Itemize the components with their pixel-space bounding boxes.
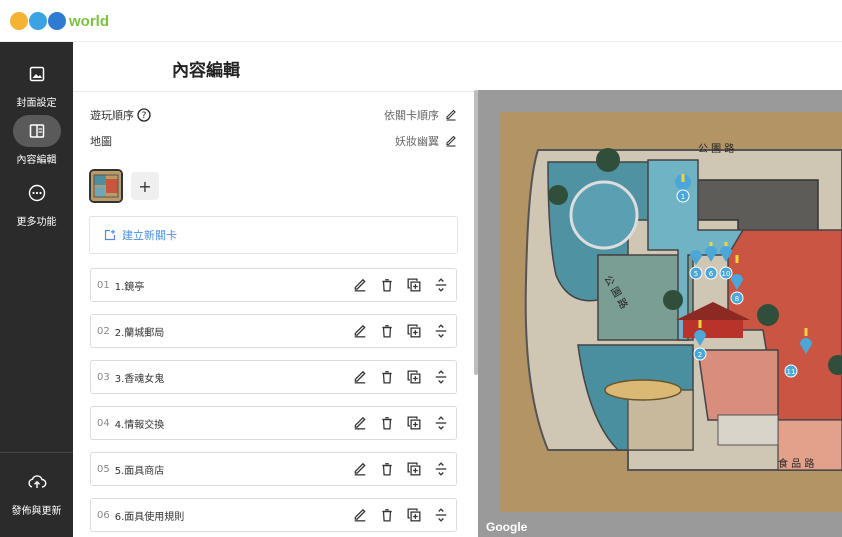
publish-button[interactable]: 發佈與更新 bbox=[0, 466, 73, 517]
drag-handle-icon[interactable] bbox=[434, 370, 448, 384]
edit-icon[interactable] bbox=[353, 416, 367, 430]
drag-handle-icon[interactable] bbox=[434, 416, 448, 430]
logo-dot bbox=[48, 12, 66, 30]
svg-text:6: 6 bbox=[709, 270, 714, 278]
logo-text: world bbox=[69, 12, 109, 30]
duplicate-icon[interactable] bbox=[407, 508, 421, 522]
list-item[interactable]: 03 3.香魂女鬼 bbox=[90, 360, 457, 394]
play-order-row: 遊玩順序 ? 依關卡順序 bbox=[90, 106, 457, 124]
image-icon bbox=[13, 58, 61, 90]
title-divider bbox=[73, 91, 474, 92]
duplicate-icon[interactable] bbox=[407, 416, 421, 430]
logo-dot bbox=[10, 12, 28, 30]
road-label-top: 公 園 路 bbox=[698, 142, 734, 155]
publish-label: 發佈與更新 bbox=[11, 506, 62, 517]
card-title: 5.面具商店 bbox=[114, 465, 165, 477]
map-value: 妖妝幽翼 bbox=[395, 135, 439, 148]
drag-handle-icon[interactable] bbox=[434, 462, 448, 476]
sidebar-item-label: 更多功能 bbox=[16, 217, 57, 228]
trash-icon[interactable] bbox=[380, 416, 394, 430]
sidebar-item-more[interactable]: 更多功能 bbox=[0, 177, 73, 228]
google-attribution: Google bbox=[486, 520, 528, 534]
edit-icon[interactable] bbox=[353, 278, 367, 292]
card-number: 01 bbox=[97, 279, 110, 291]
duplicate-icon[interactable] bbox=[407, 370, 421, 384]
road-label-bottom: 食 品 路 bbox=[778, 457, 814, 470]
card-number: 05 bbox=[97, 463, 110, 475]
page-title: 內容編輯 bbox=[172, 61, 240, 81]
create-card-button[interactable]: 建立新關卡 bbox=[89, 216, 458, 254]
drag-handle-icon[interactable] bbox=[434, 278, 448, 292]
map-label: 地圖 bbox=[90, 135, 112, 148]
trash-icon[interactable] bbox=[380, 508, 394, 522]
app-logo[interactable]: world bbox=[10, 8, 109, 34]
map-row: 地圖 妖妝幽翼 bbox=[90, 132, 457, 150]
sidebar-item-label: 封面設定 bbox=[16, 98, 57, 109]
sidebar-divider bbox=[0, 452, 73, 453]
add-map-button[interactable]: + bbox=[131, 172, 159, 200]
create-card-label: 建立新關卡 bbox=[122, 229, 177, 242]
edit-icon[interactable] bbox=[353, 370, 367, 384]
drag-handle-icon[interactable] bbox=[434, 508, 448, 522]
drag-handle-icon[interactable] bbox=[434, 324, 448, 338]
card-title: 4.情報交換 bbox=[114, 419, 165, 431]
card-title: 1.鏡亭 bbox=[114, 281, 145, 293]
svg-text:5: 5 bbox=[694, 270, 698, 278]
svg-text:?: ? bbox=[142, 111, 147, 121]
map-preview[interactable]: 公 園 路 公 園 路 食 品 路 1 5 6 10 8 2 11 Google bbox=[478, 90, 842, 537]
sidebar-item-content-edit[interactable]: 內容編輯 bbox=[0, 115, 73, 166]
duplicate-icon[interactable] bbox=[407, 462, 421, 476]
list-item[interactable]: 05 5.面具商店 bbox=[90, 452, 457, 486]
play-order-value: 依關卡順序 bbox=[384, 109, 439, 122]
card-title: 6.面具使用規則 bbox=[114, 511, 185, 523]
card-number: 02 bbox=[97, 325, 110, 337]
sidebar-item-cover-settings[interactable]: 封面設定 bbox=[0, 58, 73, 109]
cloud-upload-icon bbox=[13, 466, 61, 498]
plus-icon: + bbox=[138, 176, 152, 196]
more-icon bbox=[13, 177, 61, 209]
help-icon[interactable]: ? bbox=[137, 108, 151, 122]
svg-text:2: 2 bbox=[698, 351, 702, 359]
duplicate-icon[interactable] bbox=[407, 324, 421, 338]
duplicate-icon[interactable] bbox=[407, 278, 421, 292]
edit-icon[interactable] bbox=[353, 508, 367, 522]
play-order-label: 遊玩順序 bbox=[90, 109, 134, 122]
card-number: 06 bbox=[97, 509, 110, 521]
trash-icon[interactable] bbox=[380, 278, 394, 292]
card-number: 03 bbox=[97, 371, 110, 383]
list-item[interactable]: 01 1.鏡亭 bbox=[90, 268, 457, 302]
svg-text:8: 8 bbox=[735, 295, 739, 303]
map-thumbnail[interactable] bbox=[89, 169, 123, 203]
list-item[interactable]: 06 6.面具使用規則 bbox=[90, 498, 457, 532]
card-number: 04 bbox=[97, 417, 110, 429]
svg-text:10: 10 bbox=[722, 270, 731, 278]
edit-icon[interactable] bbox=[445, 135, 457, 147]
list-item[interactable]: 02 2.蘭城郵局 bbox=[90, 314, 457, 348]
sidebar-item-label: 內容編輯 bbox=[16, 155, 57, 166]
edit-icon[interactable] bbox=[445, 109, 457, 121]
card-title: 2.蘭城郵局 bbox=[114, 327, 165, 339]
layout-icon bbox=[12, 115, 61, 147]
sidebar: 封面設定 內容編輯 更多功能 發佈與更新 bbox=[0, 42, 73, 537]
svg-text:1: 1 bbox=[681, 193, 685, 201]
trash-icon[interactable] bbox=[380, 324, 394, 338]
list-item[interactable]: 04 4.情報交換 bbox=[90, 406, 457, 440]
top-bar: world bbox=[0, 0, 842, 42]
illustrated-map: 公 園 路 公 園 路 食 品 路 1 5 6 10 8 2 11 bbox=[500, 112, 842, 512]
trash-icon[interactable] bbox=[380, 462, 394, 476]
edit-icon[interactable] bbox=[353, 324, 367, 338]
edit-icon[interactable] bbox=[353, 462, 367, 476]
logo-dot bbox=[29, 12, 47, 30]
content-panel: 內容編輯 遊玩順序 ? 依關卡順序 地圖 妖妝幽翼 + 建立新關卡 01 1.鏡… bbox=[73, 42, 474, 537]
svg-text:11: 11 bbox=[787, 368, 796, 376]
trash-icon[interactable] bbox=[380, 370, 394, 384]
add-card-icon bbox=[104, 229, 116, 241]
card-title: 3.香魂女鬼 bbox=[114, 373, 165, 385]
